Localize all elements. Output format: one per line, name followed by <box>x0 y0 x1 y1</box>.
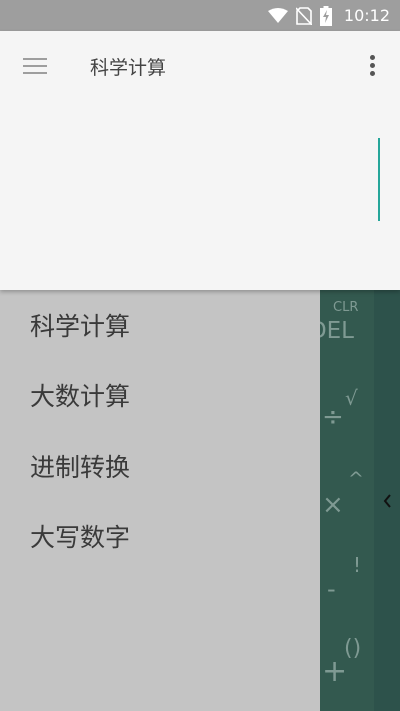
input-cursor[interactable] <box>378 138 380 221</box>
clr-key[interactable]: CLR <box>333 300 358 315</box>
power-key[interactable]: ^ <box>348 468 364 490</box>
plus-key[interactable]: + <box>322 654 347 689</box>
sqrt-key[interactable]: √ <box>345 386 358 410</box>
app-panel: 科学计算 <box>0 31 400 290</box>
drawer-item-uppercase-number[interactable]: 大写数字 <box>0 501 320 571</box>
multiply-key[interactable]: × <box>322 490 344 520</box>
drawer-item-scientific[interactable]: 科学计算 <box>0 290 320 360</box>
hamburger-menu-icon[interactable] <box>23 58 47 76</box>
factorial-key[interactable]: ! <box>353 553 361 577</box>
app-title: 科学计算 <box>90 57 167 79</box>
divide-key[interactable]: ÷ <box>322 402 344 432</box>
more-vert-icon[interactable] <box>366 55 378 79</box>
minus-key[interactable]: - <box>327 575 336 603</box>
drawer-item-bignumber[interactable]: 大数计算 <box>0 360 320 430</box>
status-time: 10:12 <box>343 6 390 25</box>
del-key[interactable]: DEL <box>320 318 354 344</box>
battery-charging-icon <box>319 5 332 26</box>
no-sim-icon <box>295 6 312 25</box>
navigation-drawer: 科学计算 大数计算 进制转换 大写数字 <box>0 290 320 711</box>
drawer-item-base-convert[interactable]: 进制转换 <box>0 431 320 501</box>
status-bar: 10:12 <box>0 0 400 31</box>
chevron-left-icon[interactable] <box>381 492 393 510</box>
wifi-icon <box>267 7 288 23</box>
